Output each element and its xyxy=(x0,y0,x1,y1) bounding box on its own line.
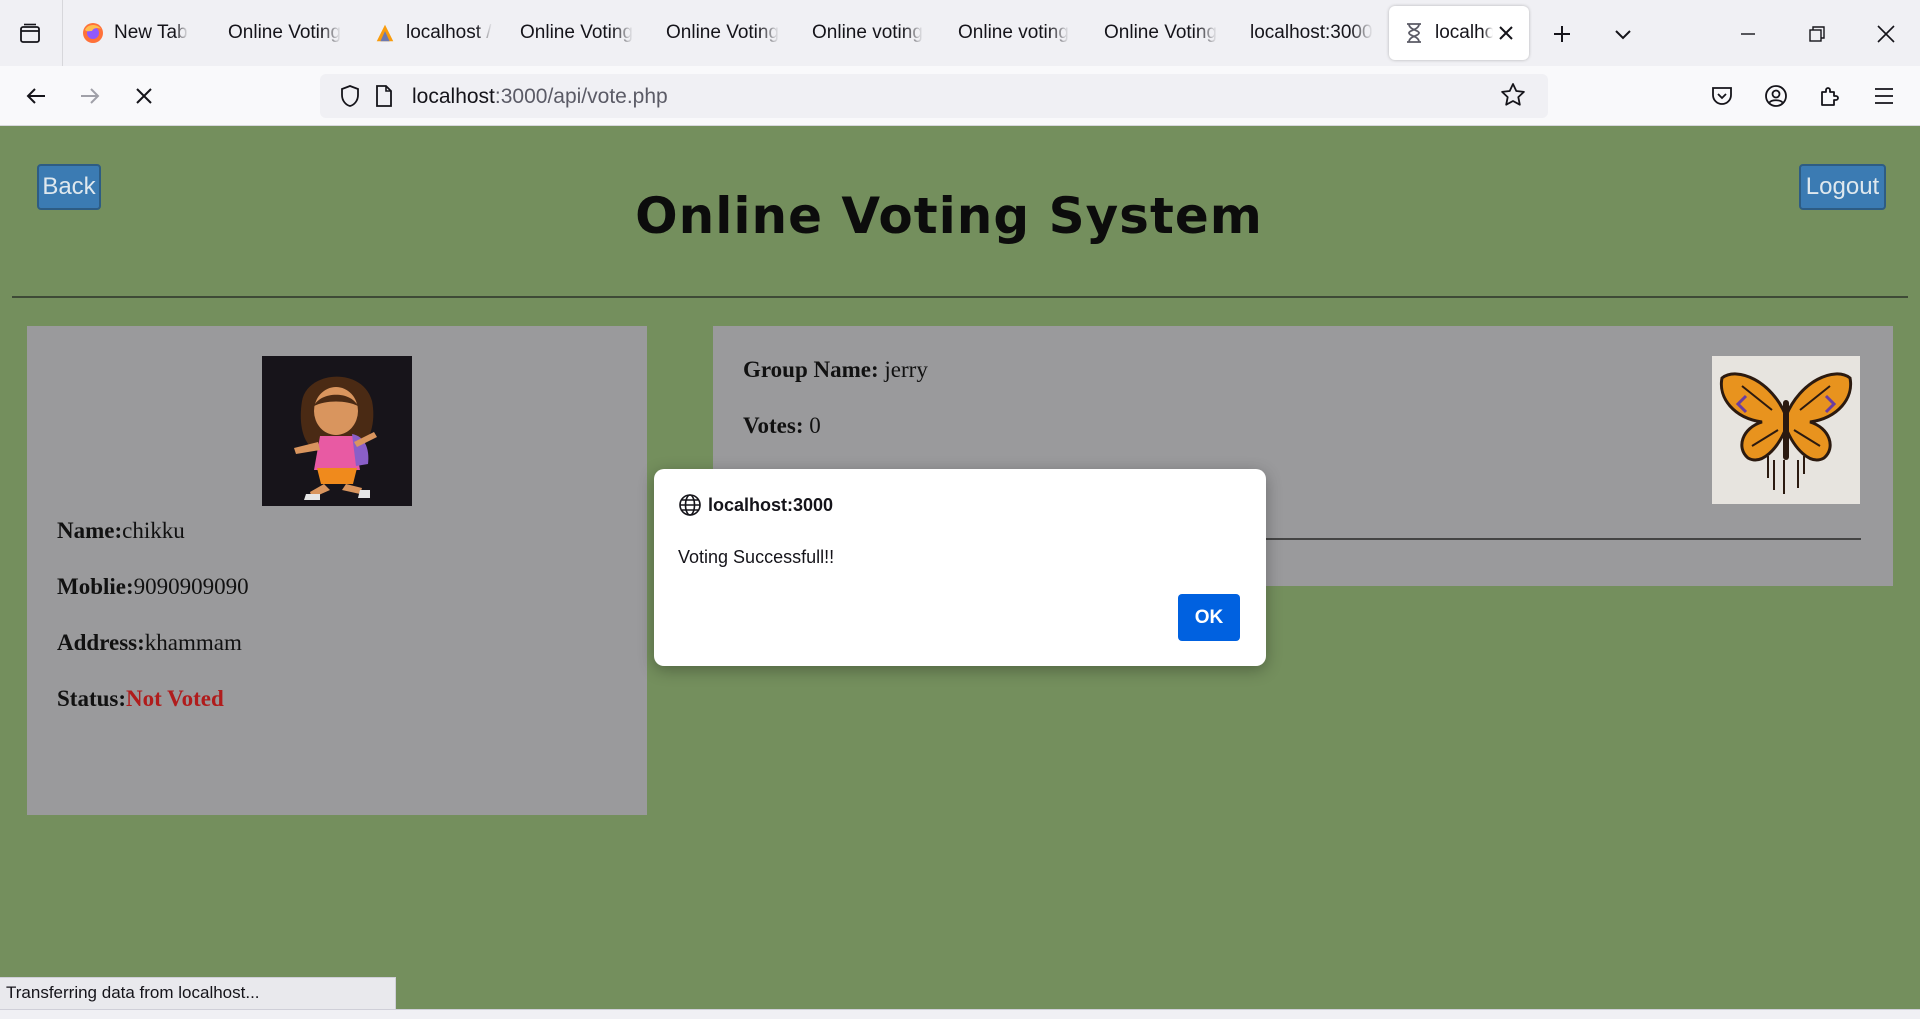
name-value: chikku xyxy=(122,518,185,543)
firefox-view-button[interactable] xyxy=(10,14,50,54)
app-menu-button[interactable] xyxy=(1864,76,1904,116)
profile-name-row: Name:chikku xyxy=(57,518,185,544)
tab-title: New Tab xyxy=(114,22,188,43)
url-host: localhost xyxy=(412,85,495,108)
header-divider xyxy=(12,296,1908,298)
profile-panel: Name:chikku Moblie:9090909090 Address:kh… xyxy=(27,326,647,815)
name-label: Name: xyxy=(57,518,123,543)
minimize-icon xyxy=(1741,33,1755,35)
profile-status-row: Status:Not Voted xyxy=(57,686,224,712)
group-name-value: jerry xyxy=(884,357,928,382)
tab-list-icon xyxy=(20,23,40,43)
shield-icon[interactable] xyxy=(330,76,370,116)
tab-title: Online Voting xyxy=(666,22,780,43)
url-bar[interactable]: localhost:3000/api/vote.php xyxy=(320,74,1548,118)
window-bottom-edge xyxy=(0,1009,1920,1019)
url-path: :3000/api/vote.php xyxy=(494,85,668,108)
tab-title: Online Voting xyxy=(1104,22,1218,43)
back-nav-button[interactable] xyxy=(16,76,56,116)
tab-online-voting[interactable]: Online Voting xyxy=(646,6,792,60)
tab-bar: New Tab Online Voting localhost / Online… xyxy=(0,0,1920,66)
tab-phpmyadmin[interactable]: localhost / xyxy=(354,6,500,60)
mobile-label: Moblie: xyxy=(57,574,134,599)
new-tab-button[interactable] xyxy=(1542,14,1582,54)
tab-title: Online Voting xyxy=(520,22,634,43)
status-label: Status: xyxy=(57,686,127,711)
hourglass-icon xyxy=(1403,22,1425,44)
extensions-button[interactable] xyxy=(1810,76,1850,116)
tab-online-voting[interactable]: Online voting xyxy=(938,6,1084,60)
plus-icon xyxy=(1554,26,1570,42)
profile-mobile-row: Moblie:9090909090 xyxy=(57,574,249,600)
tab-localhost-active[interactable]: localhost xyxy=(1389,6,1529,60)
group-symbol-image xyxy=(1712,356,1860,504)
stop-loading-button[interactable] xyxy=(124,76,164,116)
tab-new-tab[interactable]: New Tab xyxy=(62,6,208,60)
address-value: khammam xyxy=(144,630,242,655)
arrow-left-icon xyxy=(26,88,45,104)
tab-localhost[interactable]: localhost:3000 xyxy=(1230,6,1376,60)
address-label: Address: xyxy=(57,630,145,655)
url-text[interactable]: localhost:3000/api/vote.php xyxy=(412,85,668,109)
bookmark-star-icon[interactable] xyxy=(1500,82,1526,113)
restore-button[interactable] xyxy=(1797,14,1837,54)
close-window-button[interactable] xyxy=(1866,14,1906,54)
votes-value: 0 xyxy=(809,413,821,438)
pocket-icon xyxy=(1712,87,1732,105)
tab-online-voting[interactable]: Online Voting xyxy=(1084,6,1230,60)
phpmyadmin-icon xyxy=(374,22,396,44)
page-title: Online Voting System xyxy=(635,187,1263,245)
forward-nav-button[interactable] xyxy=(70,76,110,116)
status-bar: Transferring data from localhost... xyxy=(0,977,396,1009)
profile-image xyxy=(262,356,412,506)
alert-dialog: localhost:3000 Voting Successfull!! OK xyxy=(654,469,1266,666)
dialog-origin: localhost:3000 xyxy=(678,493,833,517)
firefox-icon xyxy=(82,22,104,44)
mobile-value: 9090909090 xyxy=(133,574,249,599)
page-icon[interactable] xyxy=(374,84,394,113)
tab-title: localhost / xyxy=(406,22,492,43)
chevron-down-icon xyxy=(1615,30,1631,40)
group-name-label: Group Name: xyxy=(743,357,879,382)
tab-title: Online Voting xyxy=(228,22,342,43)
list-all-tabs-button[interactable] xyxy=(1603,14,1643,54)
close-icon xyxy=(1877,25,1895,43)
group-name-row: Group Name: jerry xyxy=(743,357,928,383)
globe-icon xyxy=(678,493,702,517)
stop-icon xyxy=(136,88,152,104)
restore-icon xyxy=(1809,26,1825,42)
dialog-origin-text: localhost:3000 xyxy=(708,494,834,515)
arrow-right-icon xyxy=(81,88,100,104)
minimize-button[interactable] xyxy=(1728,14,1768,54)
dialog-message: Voting Successfull!! xyxy=(678,547,835,567)
tab-online-voting[interactable]: Online voting xyxy=(792,6,938,60)
hamburger-menu-icon xyxy=(1875,88,1893,104)
tab-online-voting[interactable]: Online Voting xyxy=(208,6,354,60)
votes-row: Votes: 0 xyxy=(743,413,821,439)
tab-title: localhost:3000 xyxy=(1250,22,1373,43)
tab-title: Online voting xyxy=(958,22,1069,43)
close-tab-icon[interactable] xyxy=(1493,20,1519,46)
tab-title: Online voting xyxy=(812,22,923,43)
profile-address-row: Address:khammam xyxy=(57,630,242,656)
tab-online-voting[interactable]: Online Voting xyxy=(500,6,646,60)
puzzle-icon xyxy=(1821,87,1839,106)
pocket-button[interactable] xyxy=(1702,76,1742,116)
navigation-toolbar: localhost:3000/api/vote.php xyxy=(0,66,1920,126)
ok-button[interactable]: OK xyxy=(1178,594,1240,641)
account-icon xyxy=(1765,85,1787,107)
status-badge: Not Voted xyxy=(126,686,224,711)
tab-title: localhost xyxy=(1435,22,1493,43)
account-button[interactable] xyxy=(1756,76,1796,116)
votes-label: Votes: xyxy=(743,413,804,438)
